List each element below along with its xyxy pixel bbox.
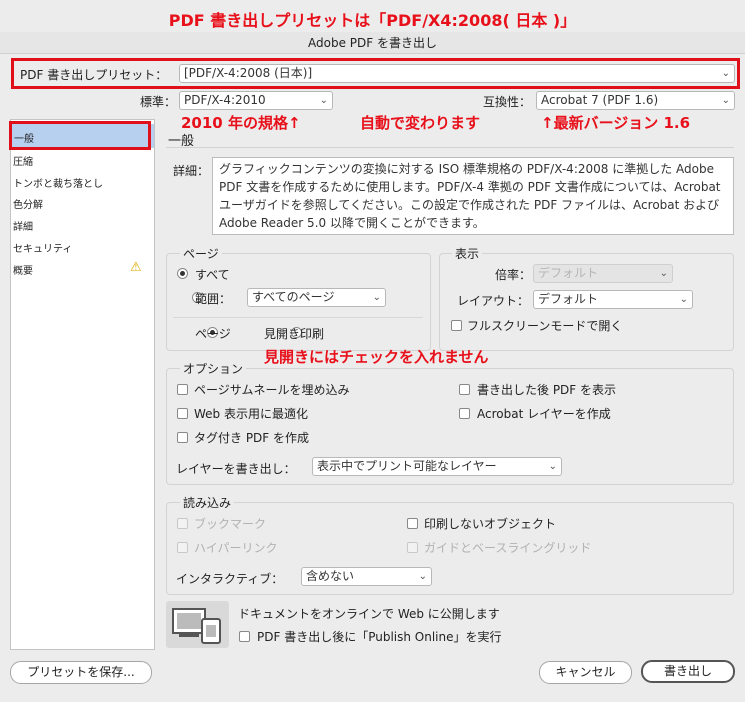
chevron-down-icon: ⌄ xyxy=(319,95,328,106)
preset-select[interactable]: [PDF/X-4:2008 (日本)] ⌄ xyxy=(179,64,735,83)
preset-label: PDF 書き出しプリセット： xyxy=(20,68,168,82)
publish-online-title: ドキュメントをオンラインで Web に公開します xyxy=(238,607,500,621)
options-group-title: オプション xyxy=(180,360,247,377)
compat-label: 互換性： xyxy=(483,95,532,109)
export-layers-select[interactable]: 表示中でプリント可能なレイヤー ⌄ xyxy=(312,457,562,476)
interactive-value: 含めない xyxy=(306,569,355,583)
fullscreen-label: フルスクリーンモードで開く xyxy=(467,319,623,333)
optimize-web-checkbox[interactable] xyxy=(177,408,188,419)
zoom-label: 倍率： xyxy=(495,268,532,282)
annotation-standard: 2010 年の規格↑ xyxy=(181,114,301,132)
interactive-select[interactable]: 含めない ⌄ xyxy=(301,567,432,586)
chevron-down-icon: ⌄ xyxy=(418,571,427,582)
layout-label: レイアウト： xyxy=(457,294,530,308)
publish-online-label: PDF 書き出し後に「Publish Online」を実行 xyxy=(257,630,502,644)
annotation-top: PDF 書き出しプリセットは「PDF/X4:2008( 日本 )」 xyxy=(168,11,577,30)
annotation-spreads: 見開きにはチェックを入れません xyxy=(264,348,489,366)
sidebar-item-compression[interactable]: 圧縮 xyxy=(13,153,33,168)
description-text: グラフィックコンテンツの変換に対する ISO 標準規格の PDF/X-4:200… xyxy=(212,157,734,235)
divider xyxy=(173,317,423,318)
chevron-down-icon: ⌄ xyxy=(548,461,557,472)
tagged-pdf-checkbox[interactable] xyxy=(177,432,188,443)
window-title: Adobe PDF を書き出し xyxy=(0,32,745,54)
chevron-down-icon: ⌄ xyxy=(659,268,668,279)
nonprinting-checkbox[interactable] xyxy=(407,518,418,529)
bookmarks-label: ブックマーク xyxy=(194,517,267,531)
annotation-auto: 自動で変わります xyxy=(360,114,481,132)
acrobat-layers-checkbox[interactable] xyxy=(459,408,470,419)
layout-select[interactable]: デフォルト ⌄ xyxy=(533,290,693,309)
tagged-pdf-label: タグ付き PDF を作成 xyxy=(194,431,310,445)
embed-thumbnails-label: ページサムネールを埋め込み xyxy=(194,383,350,397)
include-group-title: 読み込み xyxy=(180,494,235,511)
page-range-value: すべてのページ xyxy=(252,290,335,304)
save-preset-button[interactable]: プリセットを保存... xyxy=(10,661,152,684)
preset-value: [PDF/X-4:2008 (日本)] xyxy=(184,66,313,80)
radio-all-pages[interactable] xyxy=(177,268,188,279)
export-layers-label: レイヤーを書き出し： xyxy=(176,462,296,476)
chevron-down-icon: ⌄ xyxy=(679,294,688,305)
label-all-pages: すべて xyxy=(195,268,230,282)
standard-value: PDF/X-4:2010 xyxy=(184,93,266,107)
hyperlinks-checkbox[interactable] xyxy=(177,542,188,553)
sidebar: 一般 圧縮 トンボと裁ち落とし 色分解 詳細 セキュリティ 概要 ⚠ xyxy=(10,119,155,650)
cancel-button[interactable]: キャンセル xyxy=(539,661,632,684)
hyperlinks-label: ハイパーリンク xyxy=(194,541,278,555)
chevron-down-icon: ⌄ xyxy=(721,68,730,79)
export-button[interactable]: 書き出し xyxy=(641,660,735,683)
warning-icon: ⚠ xyxy=(130,260,142,275)
layout-value: デフォルト xyxy=(538,292,599,306)
sidebar-highlight xyxy=(9,121,151,150)
interactive-label: インタラクティブ： xyxy=(176,572,284,586)
publish-online-checkbox[interactable] xyxy=(239,631,250,642)
view-after-export-label: 書き出した後 PDF を表示 xyxy=(477,383,617,397)
annotation-compat: ↑最新バージョン 1.6 xyxy=(541,114,691,132)
nonprinting-label: 印刷しないオブジェクト xyxy=(424,517,557,531)
zoom-value: デフォルト xyxy=(538,266,599,280)
optimize-web-label: Web 表示用に最適化 xyxy=(194,407,308,421)
guides-label: ガイドとベースライングリッド xyxy=(424,541,592,555)
view-after-export-checkbox[interactable] xyxy=(459,384,470,395)
sidebar-item-marks-bleeds[interactable]: トンボと裁ち落とし xyxy=(13,175,103,190)
page-range-select[interactable]: すべてのページ ⌄ xyxy=(247,288,386,307)
standard-label: 標準： xyxy=(140,95,177,109)
embed-thumbnails-checkbox[interactable] xyxy=(177,384,188,395)
compat-select[interactable]: Acrobat 7 (PDF 1.6) ⌄ xyxy=(536,91,735,110)
pages-group-title: ページ xyxy=(180,245,222,262)
sidebar-item-advanced[interactable]: 詳細 xyxy=(13,218,33,233)
bookmarks-checkbox[interactable] xyxy=(177,518,188,529)
sidebar-item-security[interactable]: セキュリティ xyxy=(13,240,72,255)
chevron-down-icon: ⌄ xyxy=(372,292,381,303)
label-page-range: 範囲： xyxy=(195,292,232,306)
label-spreads: 見開き印刷 xyxy=(264,327,325,341)
acrobat-layers-label: Acrobat レイヤーを作成 xyxy=(477,407,611,421)
fullscreen-checkbox[interactable] xyxy=(451,320,462,331)
sidebar-item-output[interactable]: 色分解 xyxy=(13,196,43,211)
zoom-select[interactable]: デフォルト ⌄ xyxy=(533,264,673,283)
label-pages: ページ xyxy=(195,327,231,341)
divider xyxy=(166,147,734,148)
publish-online-icon xyxy=(166,601,229,648)
sidebar-item-summary[interactable]: 概要 xyxy=(13,262,33,277)
standard-select[interactable]: PDF/X-4:2010 ⌄ xyxy=(179,91,333,110)
display-group-title: 表示 xyxy=(452,245,483,262)
export-layers-value: 表示中でプリント可能なレイヤー xyxy=(317,459,497,473)
description-label: 詳細： xyxy=(173,164,210,178)
guides-checkbox[interactable] xyxy=(407,542,418,553)
chevron-down-icon: ⌄ xyxy=(721,95,730,106)
compat-value: Acrobat 7 (PDF 1.6) xyxy=(541,93,659,107)
